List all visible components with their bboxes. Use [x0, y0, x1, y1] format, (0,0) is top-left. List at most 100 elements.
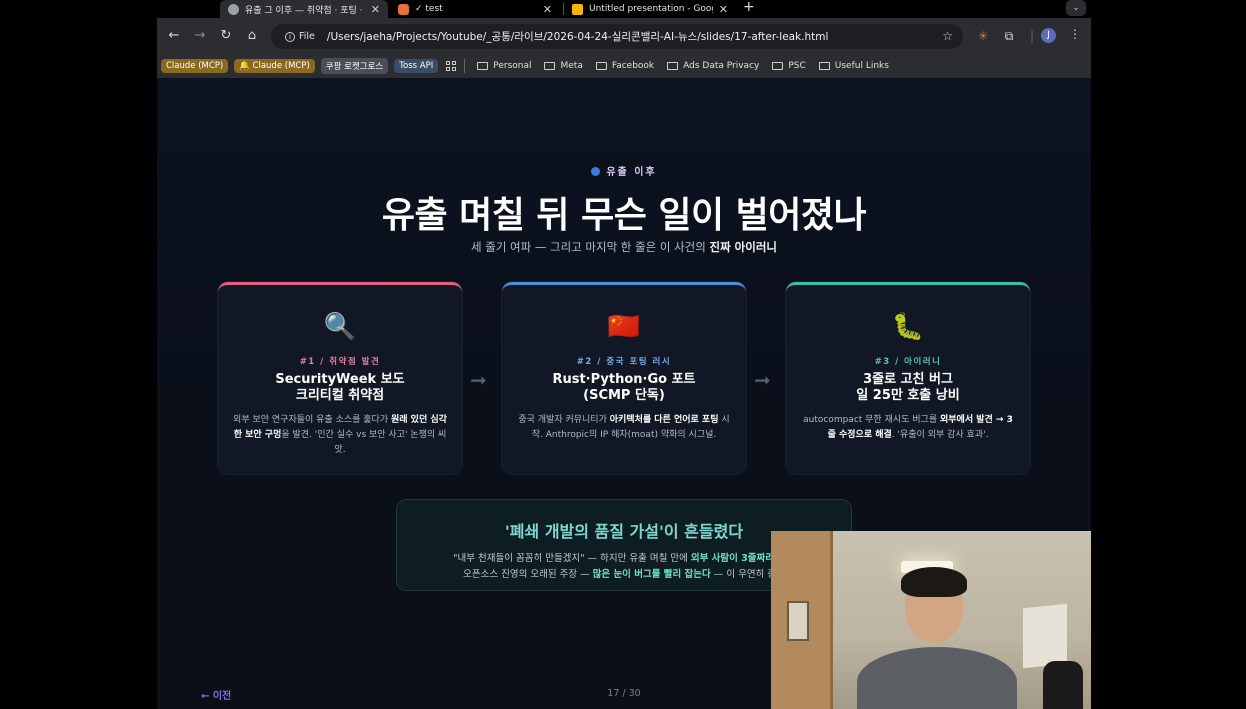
card-irony: 🐛 #3 / 아이러니 3줄로 고친 버그 일 25만 호출 낭비 autoco… — [786, 282, 1030, 474]
card-title: SecurityWeek 보도 크리티컬 취약점 — [218, 372, 462, 404]
card-porting: 🇨🇳 #2 / 중국 포팅 러시 Rust·Python·Go 포트 (SCMP… — [502, 282, 746, 474]
china-flag-icon: 🇨🇳 — [607, 312, 641, 342]
bookmark-star-icon[interactable]: ☆ — [942, 29, 953, 43]
file-chip-label: File — [299, 31, 315, 42]
apps-grid-icon[interactable] — [446, 61, 457, 71]
card-body-text: 외부 보안 연구자들이 유출 소스를 훑다가 — [233, 415, 391, 425]
tab-search-chevron-icon[interactable]: ⌄ — [1066, 0, 1086, 16]
webcam-person-body — [857, 647, 1017, 709]
claude-extension-icon[interactable]: ✳ — [974, 27, 992, 45]
callout-text: 오픈소스 진영의 오래된 주장 — — [463, 569, 593, 580]
folder-icon — [667, 62, 679, 70]
card-title: Rust·Python·Go 포트 (SCMP 단독) — [502, 372, 746, 404]
bookmark-folder-meta[interactable]: Meta — [544, 61, 583, 71]
url-text: /Users/jaeha/Projects/Youtube/_공통/라이브/20… — [326, 31, 829, 43]
card-tag: #3 / 아이러니 — [874, 357, 942, 367]
bookmarks-bar: Claude (MCP) 🔔 Claude (MCP) 쿠팡 로켓그로스 Tos… — [157, 54, 1091, 78]
callout-text: "내부 천재들이 꼼꼼히 만들겠지" — 하지만 유출 며칠 만에 — [453, 553, 691, 564]
card-body-emphasis: 아키텍처를 다른 언어로 포팅 — [609, 415, 719, 425]
subtitle-text: 세 줄기 여파 — 그리고 마지막 한 줄은 이 사건의 — [471, 240, 710, 254]
globe-icon — [228, 3, 239, 15]
close-icon[interactable]: ✕ — [543, 3, 552, 16]
arrow-right-icon: ➞ — [470, 368, 487, 392]
folder-label: Ads Data Privacy — [683, 61, 760, 71]
folder-icon — [772, 62, 784, 70]
bookmark-claude-mcp-2[interactable]: 🔔 Claude (MCP) — [234, 59, 315, 73]
claude-icon — [398, 3, 409, 15]
card-body-text: 중국 개발자 커뮤니티가 — [518, 415, 610, 425]
folder-icon — [595, 62, 607, 70]
card-title-line: 크리티컬 취약점 — [295, 388, 385, 403]
address-bar[interactable]: i File /Users/jaeha/Projects/Youtube/_공통… — [271, 24, 963, 49]
bookmark-folder-psc[interactable]: PSC — [772, 61, 806, 71]
folder-icon — [818, 62, 830, 70]
card-body-text: autocompact 무한 재시도 버그를 — [803, 415, 940, 425]
bookmark-toss-api[interactable]: Toss API — [394, 59, 439, 73]
card-body-text: 을 발견. '인간 실수 vs 보안 사고' 논쟁의 씨앗. — [281, 430, 447, 455]
card-title-line: SecurityWeek 보도 — [275, 372, 405, 387]
folder-label: Useful Links — [834, 61, 889, 71]
tab-title: 유출 그 이후 — 취약점 · 포팅 · 아이러니 — [245, 5, 365, 16]
profile-avatar[interactable]: J — [1041, 28, 1056, 43]
card-body-text: . '유출이 외부 감사 효과'. — [891, 430, 989, 440]
tab-test[interactable]: ✓ test ✕ — [390, 0, 560, 18]
webcam-wall-art — [1023, 603, 1067, 669]
back-icon[interactable]: ← — [165, 27, 183, 45]
slide-title: 유출 며칠 뒤 무슨 일이 벌어졌나 — [381, 195, 867, 236]
new-tab-icon[interactable]: + — [743, 0, 755, 15]
webcam-chair — [1043, 661, 1083, 709]
bookmark-folder-useful-links[interactable]: Useful Links — [818, 61, 889, 71]
tab-active[interactable]: 유출 그 이후 — 취약점 · 포팅 · 아이러니 ✕ — [220, 0, 388, 18]
webcam-overlay — [771, 531, 1091, 709]
site-info-chip[interactable]: i File — [279, 29, 321, 44]
tab-title: Untitled presentation - Google Slides — [589, 4, 713, 14]
card-title-line: (SCMP 단독) — [583, 388, 665, 403]
tab-strip: 유출 그 이후 — 취약점 · 포팅 · 아이러니 ✕ ✓ test ✕ Unt… — [0, 0, 1246, 18]
subtitle-emphasis: 진짜 아이러니 — [709, 240, 777, 254]
card-body: 외부 보안 연구자들이 유출 소스를 훑다가 원래 있던 심각한 보안 구멍을 … — [231, 413, 449, 458]
folder-icon — [477, 62, 489, 70]
more-menu-icon[interactable]: ⋮ — [1069, 27, 1081, 41]
bug-icon: 🐛 — [891, 312, 925, 342]
folder-label: Meta — [560, 61, 583, 71]
bookmark-divider — [464, 59, 466, 73]
card-title-line: Rust·Python·Go 포트 — [552, 372, 696, 387]
tab-slides[interactable]: Untitled presentation - Google Slides ✕ — [564, 0, 736, 18]
card-tag: #1 / 취약점 발견 — [299, 357, 381, 367]
magnifier-icon: 🔍 — [323, 312, 357, 342]
toolbar: ← → ↻ ⌂ i File /Users/jaeha/Projects/You… — [157, 18, 1091, 54]
extensions-puzzle-icon[interactable]: ⧉ — [1000, 27, 1018, 45]
reload-icon[interactable]: ↻ — [217, 27, 235, 45]
webcam-wall-frame — [787, 601, 809, 641]
tab-title: ✓ test — [415, 4, 443, 14]
webcam-person-hair — [901, 567, 967, 597]
browser-chrome: ← → ↻ ⌂ i File /Users/jaeha/Projects/You… — [157, 18, 1091, 78]
slide-eyebrow: 유출 이후 — [157, 163, 1091, 178]
forward-icon[interactable]: → — [191, 27, 209, 45]
close-icon[interactable]: ✕ — [719, 3, 728, 16]
screen: 유출 그 이후 — 취약점 · 포팅 · 아이러니 ✕ ✓ test ✕ Unt… — [0, 0, 1246, 709]
card-tag: #2 / 중국 포팅 러시 — [576, 357, 672, 367]
folder-label: Personal — [493, 61, 532, 71]
eyebrow-label: 유출 이후 — [606, 167, 657, 178]
card-title: 3줄로 고친 버그 일 25만 호출 낭비 — [786, 372, 1030, 404]
bookmark-folder-facebook[interactable]: Facebook — [595, 61, 655, 71]
close-icon[interactable]: ✕ — [371, 3, 380, 16]
card-body: 중국 개발자 커뮤니티가 아키텍처를 다른 언어로 포팅 시작. Anthrop… — [515, 413, 733, 443]
card-title-line: 일 25만 호출 낭비 — [856, 388, 960, 403]
bookmark-folder-personal[interactable]: Personal — [477, 61, 531, 71]
bookmark-claude-mcp[interactable]: Claude (MCP) — [161, 59, 229, 73]
folder-label: PSC — [788, 61, 806, 71]
home-icon[interactable]: ⌂ — [243, 27, 261, 45]
card-vulnerability: 🔍 #1 / 취약점 발견 SecurityWeek 보도 크리티컬 취약점 외… — [218, 282, 462, 474]
slides-icon — [572, 3, 583, 15]
slide-subtitle: 세 줄기 여파 — 그리고 마지막 한 줄은 이 사건의 진짜 아이러니 — [157, 239, 1091, 255]
folder-label: Facebook — [611, 61, 655, 71]
info-icon: i — [285, 31, 295, 42]
arrow-right-icon: ➞ — [754, 368, 771, 392]
bookmark-coupang[interactable]: 쿠팡 로켓그로스 — [320, 58, 389, 74]
card-title-line: 3줄로 고친 버그 — [863, 372, 953, 387]
bookmark-folder-ads-data-privacy[interactable]: Ads Data Privacy — [667, 61, 759, 71]
blue-dot-icon — [591, 167, 601, 176]
card-body: autocompact 무한 재시도 버그를 외부에서 발견 → 3줄 수정으로… — [799, 413, 1017, 443]
